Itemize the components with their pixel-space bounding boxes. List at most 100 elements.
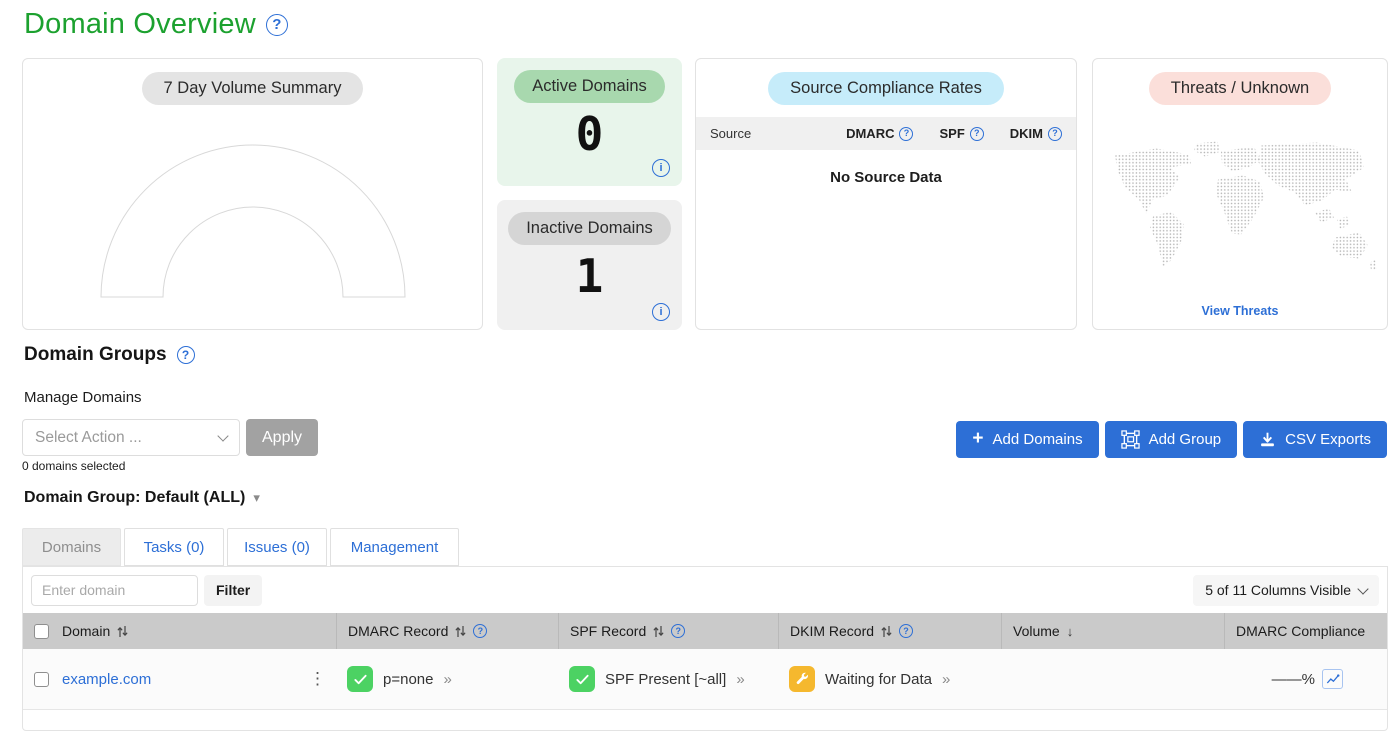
tab-bar: Domains Tasks (0) Issues (0) Management xyxy=(22,528,459,566)
threats-title: Threats / Unknown xyxy=(1149,72,1331,105)
dkim-status-text: Waiting for Data xyxy=(825,671,932,688)
source-compliance-title-wrap: Source Compliance Rates xyxy=(696,72,1076,105)
header-volume[interactable]: Volume ↓ xyxy=(1001,613,1224,649)
chevron-down-icon xyxy=(217,430,228,441)
help-icon[interactable]: ? xyxy=(177,346,195,364)
info-icon[interactable]: i xyxy=(652,159,670,177)
domains-selected-count: 0 domains selected xyxy=(22,459,125,473)
active-domains-card: Active Domains 0 i xyxy=(497,58,682,186)
world-map-image xyxy=(1101,135,1381,290)
tab-tasks[interactable]: Tasks (0) xyxy=(124,528,224,566)
header-dmarc-label: DMARC Record xyxy=(348,623,448,639)
add-group-label: Add Group xyxy=(1149,431,1222,448)
domains-panel: Filter 5 of 11 Columns Visible Domain DM… xyxy=(22,566,1388,731)
table-header-row: Domain DMARC Record ? SPF Record xyxy=(23,613,1387,649)
dkim-column-label: DKIM xyxy=(1010,126,1043,141)
header-dmarc-record[interactable]: DMARC Record ? xyxy=(336,613,558,649)
expand-icon[interactable]: » xyxy=(736,671,744,688)
check-icon xyxy=(569,666,595,692)
dmarc-status-text: p=none xyxy=(383,671,433,688)
add-domains-label: Add Domains xyxy=(993,431,1083,448)
volume-summary-card: 7 Day Volume Summary xyxy=(22,58,483,330)
sort-icon[interactable] xyxy=(455,625,466,638)
inactive-domains-count: 1 xyxy=(497,251,682,302)
row-checkbox[interactable] xyxy=(34,672,49,687)
volume-summary-title: 7 Day Volume Summary xyxy=(142,72,364,105)
tab-issues[interactable]: Issues (0) xyxy=(227,528,327,566)
help-icon[interactable]: ? xyxy=(671,624,685,638)
threats-card: Threats / Unknown View Threats xyxy=(1092,58,1388,330)
domain-group-selector-label: Domain Group: Default (ALL) xyxy=(24,489,245,507)
header-compliance-label: DMARC Compliance xyxy=(1236,623,1365,639)
source-metric-columns: DMARC ? SPF ? DKIM ? xyxy=(846,126,1062,141)
help-icon[interactable]: ? xyxy=(266,14,288,36)
download-icon xyxy=(1259,431,1276,448)
select-action-dropdown[interactable]: Select Action ... xyxy=(22,419,240,456)
info-icon[interactable]: i xyxy=(652,303,670,321)
chart-icon[interactable] xyxy=(1322,669,1343,689)
domain-groups-title: Domain Groups xyxy=(24,344,167,366)
help-icon[interactable]: ? xyxy=(473,624,487,638)
tab-domains[interactable]: Domains xyxy=(22,528,121,566)
page-header: Domain Overview ? xyxy=(24,8,288,41)
help-icon[interactable]: ? xyxy=(899,127,913,141)
apply-button[interactable]: Apply xyxy=(246,419,318,456)
compliance-value: ——% xyxy=(1272,671,1315,688)
no-source-data-message: No Source Data xyxy=(696,169,1076,186)
cell-dmarc-record: p=none » xyxy=(336,666,558,692)
columns-visible-label: 5 of 11 Columns Visible xyxy=(1205,582,1351,598)
dkim-column: DKIM ? xyxy=(1010,126,1062,141)
help-icon[interactable]: ? xyxy=(1048,127,1062,141)
filter-button[interactable]: Filter xyxy=(204,575,262,606)
spf-column-label: SPF xyxy=(939,126,964,141)
sort-icon[interactable] xyxy=(653,625,664,638)
caret-down-icon: ▾ xyxy=(253,490,260,506)
dmarc-column: DMARC ? xyxy=(846,126,913,141)
csv-exports-label: CSV Exports xyxy=(1285,431,1371,448)
csv-exports-button[interactable]: CSV Exports xyxy=(1243,421,1387,458)
check-icon xyxy=(347,666,373,692)
plus-icon: + xyxy=(972,429,983,448)
columns-visible-button[interactable]: 5 of 11 Columns Visible xyxy=(1193,575,1379,606)
domain-group-selector[interactable]: Domain Group: Default (ALL) ▾ xyxy=(24,489,260,507)
select-action-placeholder: Select Action ... xyxy=(35,429,142,447)
inactive-domains-card: Inactive Domains 1 i xyxy=(497,200,682,330)
header-domain[interactable]: Domain xyxy=(23,613,336,649)
expand-icon[interactable]: » xyxy=(443,671,451,688)
header-dmarc-compliance[interactable]: DMARC Compliance xyxy=(1224,613,1387,649)
inactive-domains-title: Inactive Domains xyxy=(508,212,671,245)
spf-column: SPF ? xyxy=(939,126,983,141)
chevron-down-icon xyxy=(1357,583,1368,594)
spf-status-text: SPF Present [~all] xyxy=(605,671,726,688)
domain-filter-input[interactable] xyxy=(31,575,198,606)
header-dkim-label: DKIM Record xyxy=(790,623,874,639)
header-domain-label: Domain xyxy=(62,623,110,639)
add-group-button[interactable]: Add Group xyxy=(1105,421,1238,458)
tab-management[interactable]: Management xyxy=(330,528,459,566)
header-spf-label: SPF Record xyxy=(570,623,646,639)
add-domains-button[interactable]: + Add Domains xyxy=(956,421,1098,458)
domain-link[interactable]: example.com xyxy=(62,671,151,688)
help-icon[interactable]: ? xyxy=(899,624,913,638)
select-all-checkbox[interactable] xyxy=(34,624,49,639)
table-row: example.com ⋮ p=none » SPF Present [~all… xyxy=(23,649,1387,710)
source-compliance-card: Source Compliance Rates Source DMARC ? S… xyxy=(695,58,1077,330)
help-icon[interactable]: ? xyxy=(970,127,984,141)
manage-domains-label: Manage Domains xyxy=(24,389,142,406)
header-volume-label: Volume xyxy=(1013,623,1060,639)
source-table-header: Source DMARC ? SPF ? DKIM ? xyxy=(696,117,1076,150)
kebab-menu-icon[interactable]: ⋮ xyxy=(309,669,326,689)
filter-bar: Filter 5 of 11 Columns Visible xyxy=(23,567,1387,613)
view-threats-link[interactable]: View Threats xyxy=(1093,304,1387,318)
domain-overview-page: Domain Overview ? 7 Day Volume Summary A… xyxy=(0,0,1400,744)
domain-groups-heading: Domain Groups ? xyxy=(24,344,195,366)
active-domains-count: 0 xyxy=(497,109,682,160)
source-compliance-title: Source Compliance Rates xyxy=(768,72,1004,105)
expand-icon[interactable]: » xyxy=(942,671,950,688)
cell-spf-record: SPF Present [~all] » xyxy=(558,666,778,692)
sort-icon[interactable] xyxy=(881,625,892,638)
active-domains-title: Active Domains xyxy=(514,70,665,103)
sort-icon[interactable] xyxy=(117,625,128,638)
header-dkim-record[interactable]: DKIM Record ? xyxy=(778,613,1001,649)
header-spf-record[interactable]: SPF Record ? xyxy=(558,613,778,649)
